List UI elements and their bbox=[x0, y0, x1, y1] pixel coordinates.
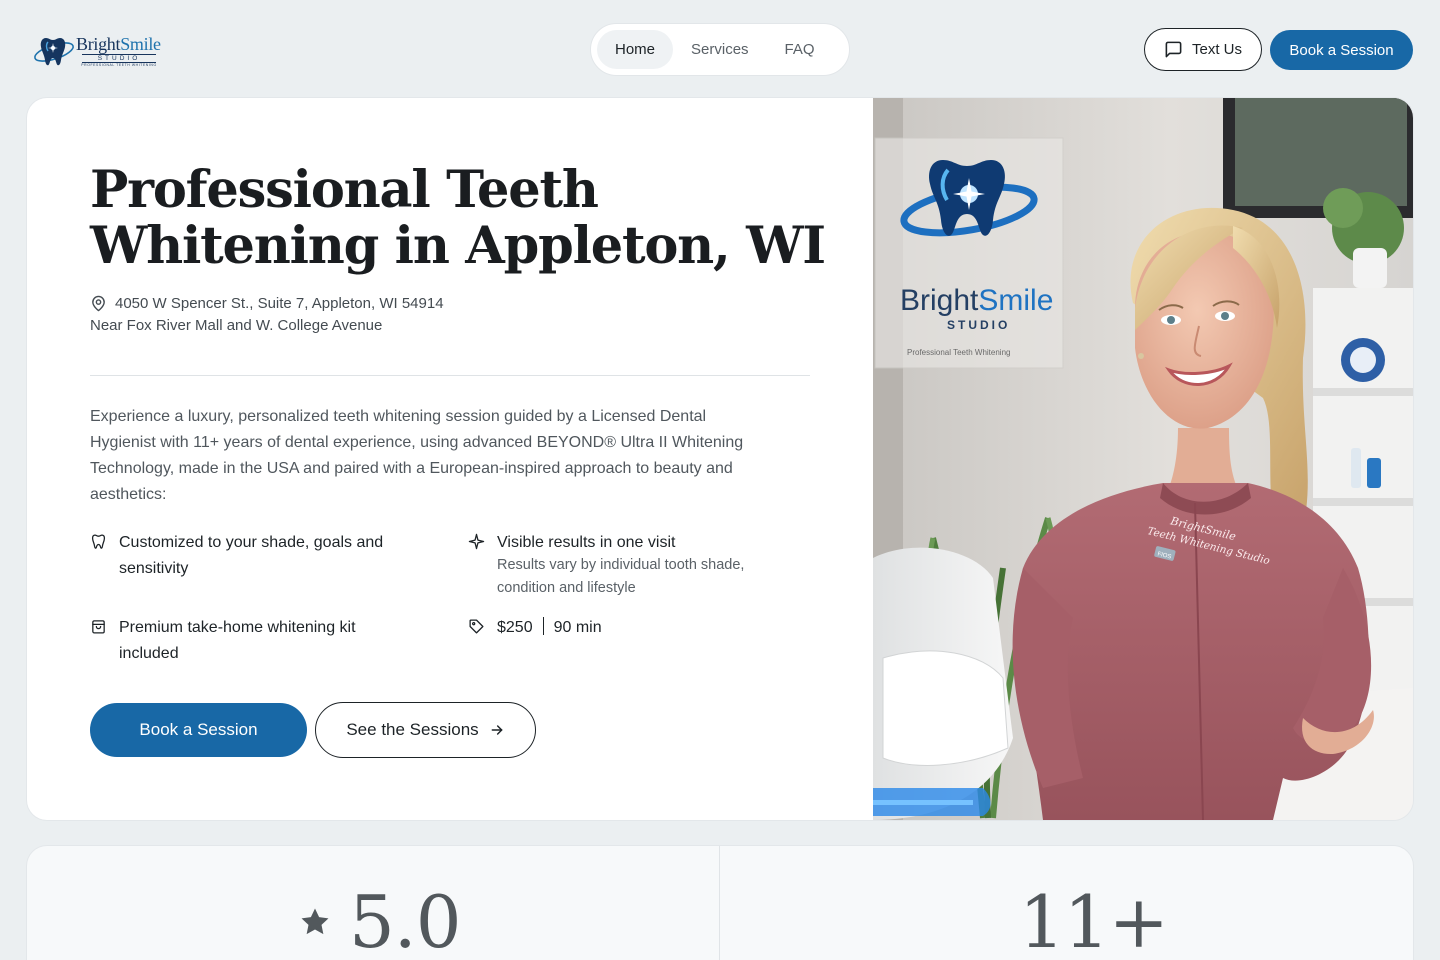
feature-take-home-kit: Premium take-home whitening kit included bbox=[90, 615, 370, 667]
brand-name-part2: Smile bbox=[120, 33, 161, 54]
divider bbox=[90, 375, 810, 376]
session-price: $250 bbox=[497, 619, 533, 636]
stats-divider bbox=[719, 846, 720, 960]
nav-home[interactable]: Home bbox=[597, 30, 674, 69]
session-duration: 90 min bbox=[553, 619, 602, 636]
sparkle-icon bbox=[468, 533, 485, 550]
feature-visible-results: Visible results in one visit Results var… bbox=[468, 530, 788, 600]
features-list: Customized to your shade, goals and sens… bbox=[90, 530, 810, 670]
stat-years: 11+ bbox=[1019, 880, 1169, 960]
stat-rating: 5.0 bbox=[297, 880, 462, 960]
book-session-header-button[interactable]: Book a Session bbox=[1270, 30, 1413, 70]
see-sessions-button[interactable]: See the Sessions bbox=[315, 702, 536, 758]
sign-tagline: Professional Teeth Whitening bbox=[907, 348, 1010, 357]
feature-customized-text: Customized to your shade, goals and sens… bbox=[119, 534, 384, 577]
star-icon bbox=[301, 908, 329, 935]
address-line1: 4050 W Spencer St., Suite 7, Appleton, W… bbox=[115, 295, 444, 312]
feature-customized: Customized to your shade, goals and sens… bbox=[90, 530, 390, 582]
nav-services[interactable]: Services bbox=[673, 30, 767, 69]
map-pin-icon bbox=[92, 295, 105, 312]
feature-visible-results-note: Results vary by individual tooth shade, … bbox=[497, 557, 745, 596]
nav-faq[interactable]: FAQ bbox=[767, 30, 833, 69]
text-us-label: Text Us bbox=[1191, 41, 1242, 58]
hero-photo-hygienist: BrightSmile STUDIO Professional Teeth Wh… bbox=[873, 98, 1413, 820]
price-tag-icon bbox=[469, 619, 484, 634]
shopping-bag-icon bbox=[92, 620, 105, 634]
hero-title: Professional Teeth Whitening in Appleton… bbox=[90, 160, 826, 276]
message-square-icon bbox=[1165, 41, 1182, 58]
sign-studio: STUDIO bbox=[947, 318, 1010, 332]
hero-content: Professional Teeth Whitening in Appleton… bbox=[90, 98, 830, 820]
brand-logo[interactable]: BrightSmile STUDIO PROFESSIONAL TEETH WH… bbox=[32, 32, 172, 70]
brand-tagline: PROFESSIONAL TEETH WHITENING bbox=[81, 62, 157, 67]
hero-card: Professional Teeth Whitening in Appleton… bbox=[27, 98, 1413, 820]
arrow-right-icon bbox=[491, 725, 503, 735]
tooth-logo-icon bbox=[34, 38, 74, 66]
text-us-button[interactable]: Text Us bbox=[1144, 28, 1262, 71]
feature-take-home-kit-text: Premium take-home whitening kit included bbox=[119, 619, 356, 662]
tooth-icon bbox=[91, 534, 106, 549]
see-sessions-label: See the Sessions bbox=[346, 720, 479, 739]
stat-years-value: 11+ bbox=[1019, 880, 1169, 960]
brand-name-part1: Bright bbox=[76, 33, 121, 54]
book-session-button[interactable]: Book a Session bbox=[90, 703, 307, 757]
address-line2: Near Fox River Mall and W. College Avenu… bbox=[90, 317, 383, 334]
feature-visible-results-text: Visible results in one visit bbox=[497, 534, 676, 551]
intro-text: Experience a luxury, personalized teeth … bbox=[90, 408, 744, 503]
price-separator bbox=[542, 617, 544, 635]
brand-studio: STUDIO bbox=[82, 53, 156, 63]
sign-brand-name: BrightSmile bbox=[900, 284, 1053, 317]
stat-rating-value: 5.0 bbox=[349, 880, 462, 960]
site-header: BrightSmile STUDIO PROFESSIONAL TEETH WH… bbox=[0, 0, 1440, 98]
address-block: 4050 W Spencer St., Suite 7, Appleton, W… bbox=[90, 295, 810, 334]
main-nav: Home Services FAQ bbox=[590, 23, 850, 76]
stats-band: 5.0 11+ bbox=[27, 846, 1413, 960]
feature-price-duration: $250 90 min bbox=[468, 615, 788, 641]
